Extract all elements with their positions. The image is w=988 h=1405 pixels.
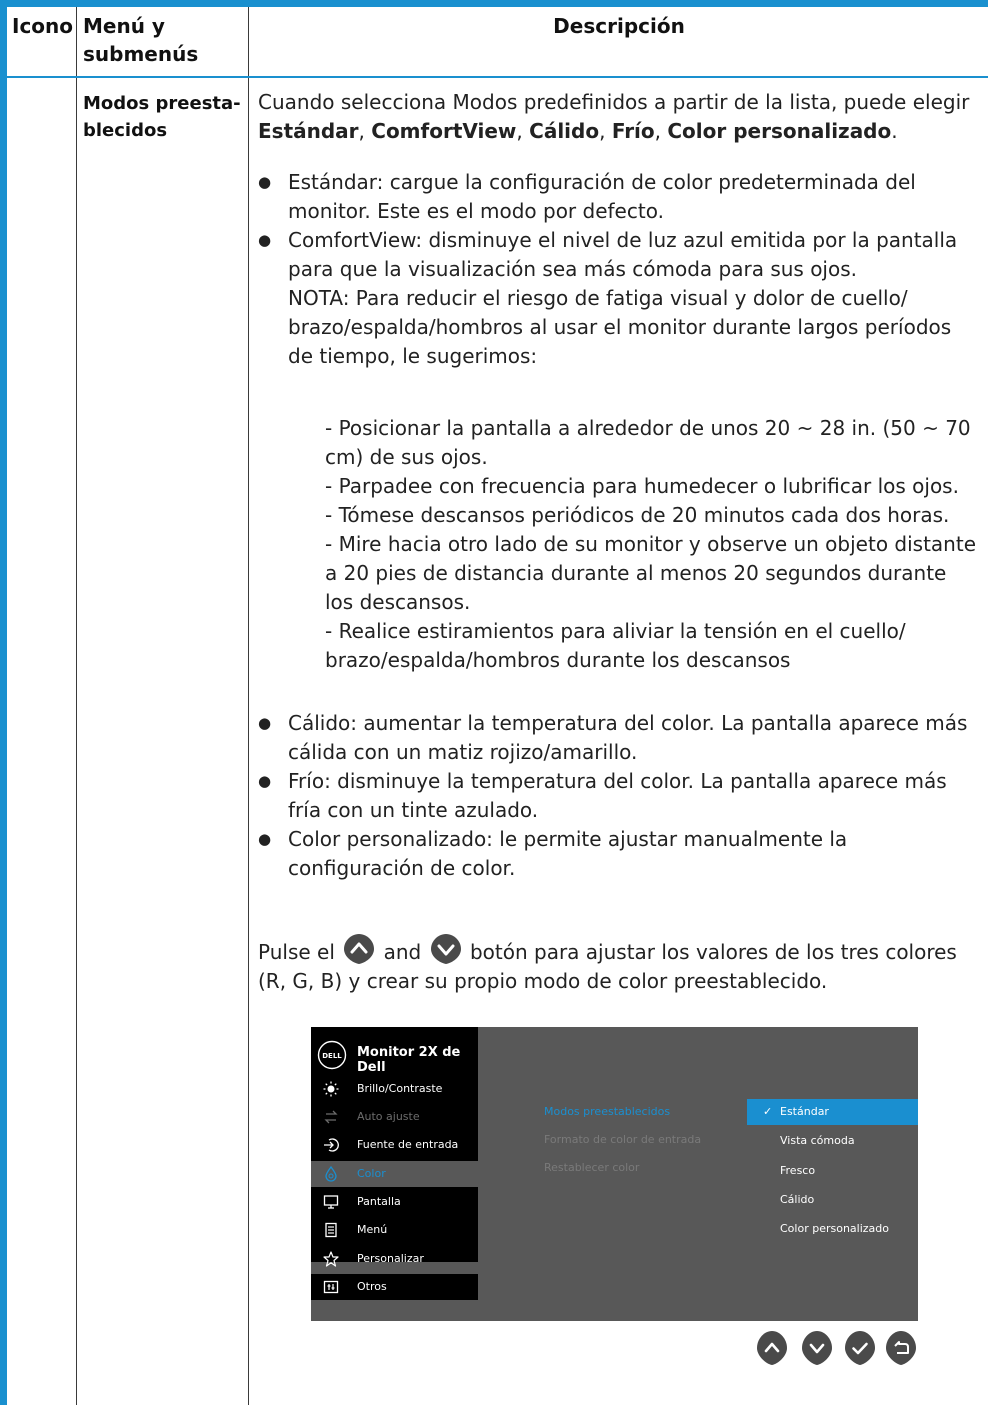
tip-item: - Mire hacia otro lado de su monitor y o…	[325, 532, 977, 614]
osd-menu-display[interactable]: Pantalla	[311, 1189, 478, 1215]
osd-menu-personalize[interactable]: Personalizar	[311, 1246, 478, 1272]
svg-text:DELL: DELL	[322, 1052, 342, 1060]
osd-menu-brightness[interactable]: Brillo/Contraste	[311, 1076, 478, 1102]
menu-icon	[325, 1222, 337, 1238]
others-icon	[323, 1280, 339, 1294]
osd-option-warm[interactable]: Cálido	[747, 1187, 918, 1213]
header-menu: Menú y submenús	[83, 14, 199, 66]
option-warm: Cálido	[529, 119, 600, 143]
tip-item: - Realice estiramientos para aliviar la …	[325, 619, 906, 672]
down-icon[interactable]	[801, 1330, 833, 1366]
check-button-icon[interactable]	[844, 1330, 876, 1366]
brightness-icon	[323, 1081, 339, 1097]
auto-adjust-icon	[324, 1110, 338, 1124]
osd-sidebar: DELL Monitor 2X de Dell Brillo/Contraste…	[311, 1027, 478, 1300]
up-icon[interactable]	[756, 1330, 788, 1366]
down-button-icon	[430, 934, 461, 964]
check-icon: ✓	[763, 1105, 773, 1118]
column-divider-2	[248, 7, 249, 1405]
osd-option-cool[interactable]: Fresco	[747, 1158, 918, 1184]
intro-paragraph: Cuando selecciona Modos predefinidos a p…	[258, 90, 970, 143]
osd-option-standard[interactable]: ✓ Estándar	[747, 1099, 918, 1125]
table-left-border	[0, 7, 7, 1405]
osd-menu-menu[interactable]: Menú	[311, 1217, 478, 1243]
osd-option-custom[interactable]: Color personalizado	[747, 1216, 918, 1242]
header-icon: Icono	[12, 14, 74, 38]
input-source-icon	[324, 1138, 339, 1152]
bullet-comfortview: ComfortView: disminuye el nivel de luz a…	[258, 226, 978, 284]
bullet-warm: Cálido: aumentar la temperatura del colo…	[258, 709, 978, 767]
display-icon	[323, 1195, 339, 1209]
description: Cuando selecciona Modos predefinidos a p…	[258, 88, 978, 996]
osd-menu-others[interactable]: Otros	[311, 1274, 478, 1300]
osd-menu-color[interactable]: Color	[311, 1161, 478, 1187]
color-icon	[325, 1166, 337, 1182]
press-instructions: Pulse el and botón para ajustar los valo…	[258, 933, 978, 996]
up-button-icon	[344, 934, 375, 964]
osd-submenu-input-format[interactable]: Formato de color de entrada	[544, 1133, 701, 1146]
tip-item: - Tómese descansos periódicos de 20 minu…	[325, 503, 950, 527]
osd-title: Monitor 2X de Dell	[357, 1045, 461, 1075]
table-top-border	[0, 0, 988, 7]
option-cool: Frío	[611, 119, 655, 143]
bullet-standard: Estándar: cargue la configuración de col…	[258, 168, 978, 226]
star-icon	[323, 1251, 339, 1267]
tips-list: - Posicionar la pantalla a alrededor de …	[258, 414, 978, 675]
osd-menu-auto-adjust[interactable]: Auto ajuste	[311, 1104, 478, 1130]
bullet-cool: Frío: disminuye la temperatura del color…	[258, 767, 978, 825]
osd-option-comfort[interactable]: Vista cómoda	[747, 1128, 918, 1154]
dell-logo: DELL	[317, 1040, 347, 1070]
tip-item: - Parpadee con frecuencia para humedecer…	[325, 474, 959, 498]
option-custom: Color personalizado	[667, 119, 892, 143]
option-comfortview: ComfortView	[371, 119, 517, 143]
menu-name: Modos preesta-blecidos	[83, 93, 241, 141]
osd-submenu-preset[interactable]: Modos preestablecidos	[544, 1105, 670, 1118]
header-description: Descripción	[553, 14, 685, 38]
column-divider-1	[76, 7, 77, 1405]
back-icon[interactable]	[885, 1330, 917, 1366]
tip-item: - Posicionar la pantalla a alrededor de …	[325, 416, 971, 469]
osd-menu-input-source[interactable]: Fuente de entrada	[311, 1132, 478, 1158]
option-standard: Estándar	[258, 119, 359, 143]
osd-screenshot: DELL Monitor 2X de Dell Brillo/Contraste…	[311, 1027, 918, 1321]
bullet-custom: Color personalizado: le permite ajustar …	[258, 825, 978, 883]
header-divider	[7, 76, 988, 78]
osd-submenu-reset[interactable]: Restablecer color	[544, 1161, 639, 1174]
note-intro: NOTA: Para reducir el riesgo de fatiga v…	[288, 286, 952, 368]
